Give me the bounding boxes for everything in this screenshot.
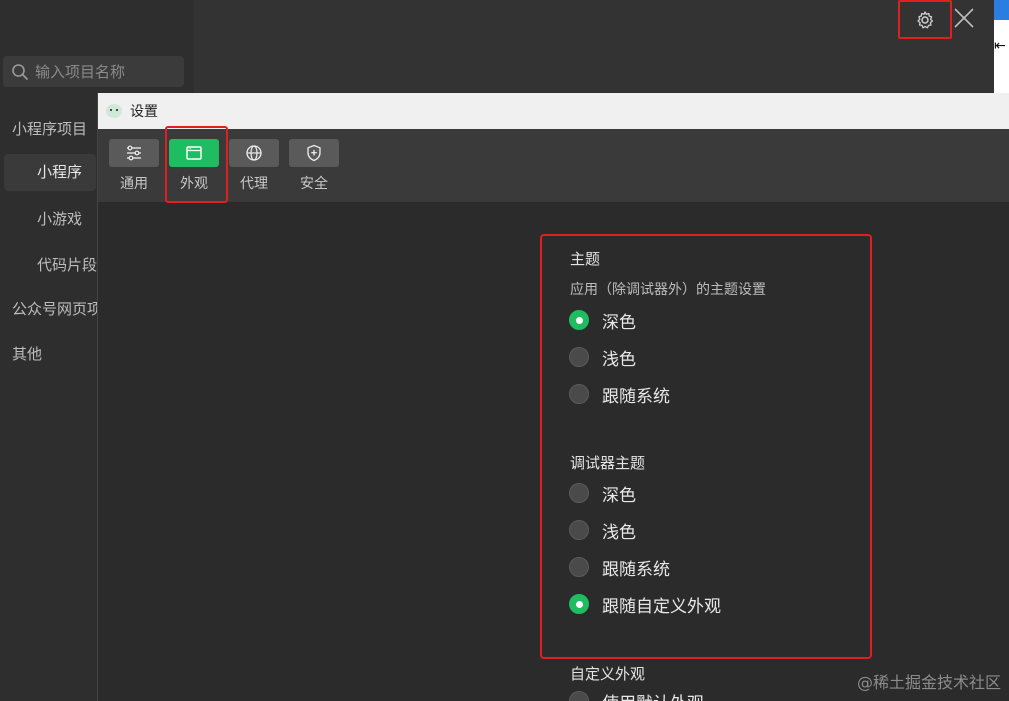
theme-option-light-label: 浅色 xyxy=(602,349,636,370)
background-main xyxy=(194,0,1009,95)
theme-option-dark[interactable]: 深色 xyxy=(569,308,636,333)
sliders-icon xyxy=(127,145,141,161)
theme-option-light[interactable]: 浅色 xyxy=(569,345,636,370)
search-icon xyxy=(12,63,28,80)
sidebar-group-official-account-web[interactable]: 公众号网页项目 xyxy=(12,298,97,319)
screen: 小程序项目 小程序 小游戏 代码片段 公众号网页项目 其他 ⇤ 设置 xyxy=(0,0,1009,701)
debugger-option-system[interactable]: 跟随系统 xyxy=(569,555,670,580)
gear-icon xyxy=(917,10,934,28)
settings-window: 设置 通用 外观 代理 安全 主题 应用（除调试器外）的主题设置 深色 浅色 跟… xyxy=(97,93,1009,701)
radio-unchecked[interactable] xyxy=(569,691,589,701)
debugger-option-light-label: 浅色 xyxy=(602,522,636,543)
custom-option-default-label: 使用默认外观 xyxy=(602,689,704,701)
tab-general-label: 通用 xyxy=(120,176,148,192)
sidebar-item-minigame[interactable]: 小游戏 xyxy=(37,208,97,229)
settings-title: 设置 xyxy=(130,104,158,120)
debugger-option-dark-label: 深色 xyxy=(602,485,636,506)
close-icon[interactable] xyxy=(952,6,976,30)
radio-unchecked[interactable] xyxy=(569,384,589,404)
radio-checked[interactable] xyxy=(569,594,589,614)
tab-security-button[interactable] xyxy=(289,139,339,167)
custom-option-default[interactable]: 使用默认外观 xyxy=(569,689,704,701)
custom-appearance-title: 自定义外观 xyxy=(570,665,646,683)
right-edge-accent xyxy=(994,0,1009,20)
app-logo-icon xyxy=(106,104,122,118)
debugger-theme-title: 调试器主题 xyxy=(570,454,646,472)
debugger-option-custom-label: 跟随自定义外观 xyxy=(602,596,721,617)
settings-tabs: 通用 外观 代理 安全 xyxy=(98,129,1009,203)
tab-general[interactable]: 通用 xyxy=(109,139,159,199)
tab-proxy-label: 代理 xyxy=(240,176,268,192)
radio-unchecked[interactable] xyxy=(569,520,589,540)
sidebar-item-miniprogram[interactable]: 小程序 xyxy=(4,154,96,191)
theme-option-dark-label: 深色 xyxy=(602,312,636,333)
radio-unchecked[interactable] xyxy=(569,347,589,367)
shield-plus-icon xyxy=(307,144,321,162)
tab-proxy-button[interactable] xyxy=(229,139,279,167)
sidebar-group-other[interactable]: 其他 xyxy=(12,343,72,364)
theme-section-title: 主题 xyxy=(570,250,601,268)
project-search[interactable] xyxy=(3,56,184,87)
watermark: @稀土掘金技术社区 xyxy=(856,673,1001,692)
search-input[interactable] xyxy=(33,61,177,82)
theme-section-desc: 应用（除调试器外）的主题设置 xyxy=(570,282,766,298)
tab-proxy[interactable]: 代理 xyxy=(229,139,279,199)
right-edge-window: ⇤ xyxy=(994,0,1009,95)
sidebar-group-miniprogram-projects[interactable]: 小程序项目 xyxy=(12,118,96,139)
theme-option-system[interactable]: 跟随系统 xyxy=(569,382,670,407)
debugger-option-system-label: 跟随系统 xyxy=(602,559,670,580)
tab-security[interactable]: 安全 xyxy=(289,139,339,199)
tab-general-button[interactable] xyxy=(109,139,159,167)
theme-option-system-label: 跟随系统 xyxy=(602,386,670,407)
debugger-option-dark[interactable]: 深色 xyxy=(569,481,636,506)
radio-unchecked[interactable] xyxy=(569,557,589,577)
debugger-option-light[interactable]: 浅色 xyxy=(569,518,636,543)
radio-unchecked[interactable] xyxy=(569,483,589,503)
arrow-left-icon[interactable]: ⇤ xyxy=(994,38,1006,54)
globe-icon xyxy=(246,145,262,161)
debugger-option-custom[interactable]: 跟随自定义外观 xyxy=(569,592,721,617)
settings-titlebar: 设置 xyxy=(98,93,1009,129)
settings-gear-button[interactable] xyxy=(898,0,952,39)
tab-annotation-highlight xyxy=(165,126,228,203)
tab-security-label: 安全 xyxy=(300,176,328,192)
sidebar-item-code-snippets[interactable]: 代码片段 xyxy=(37,254,97,275)
radio-checked[interactable] xyxy=(569,310,589,330)
